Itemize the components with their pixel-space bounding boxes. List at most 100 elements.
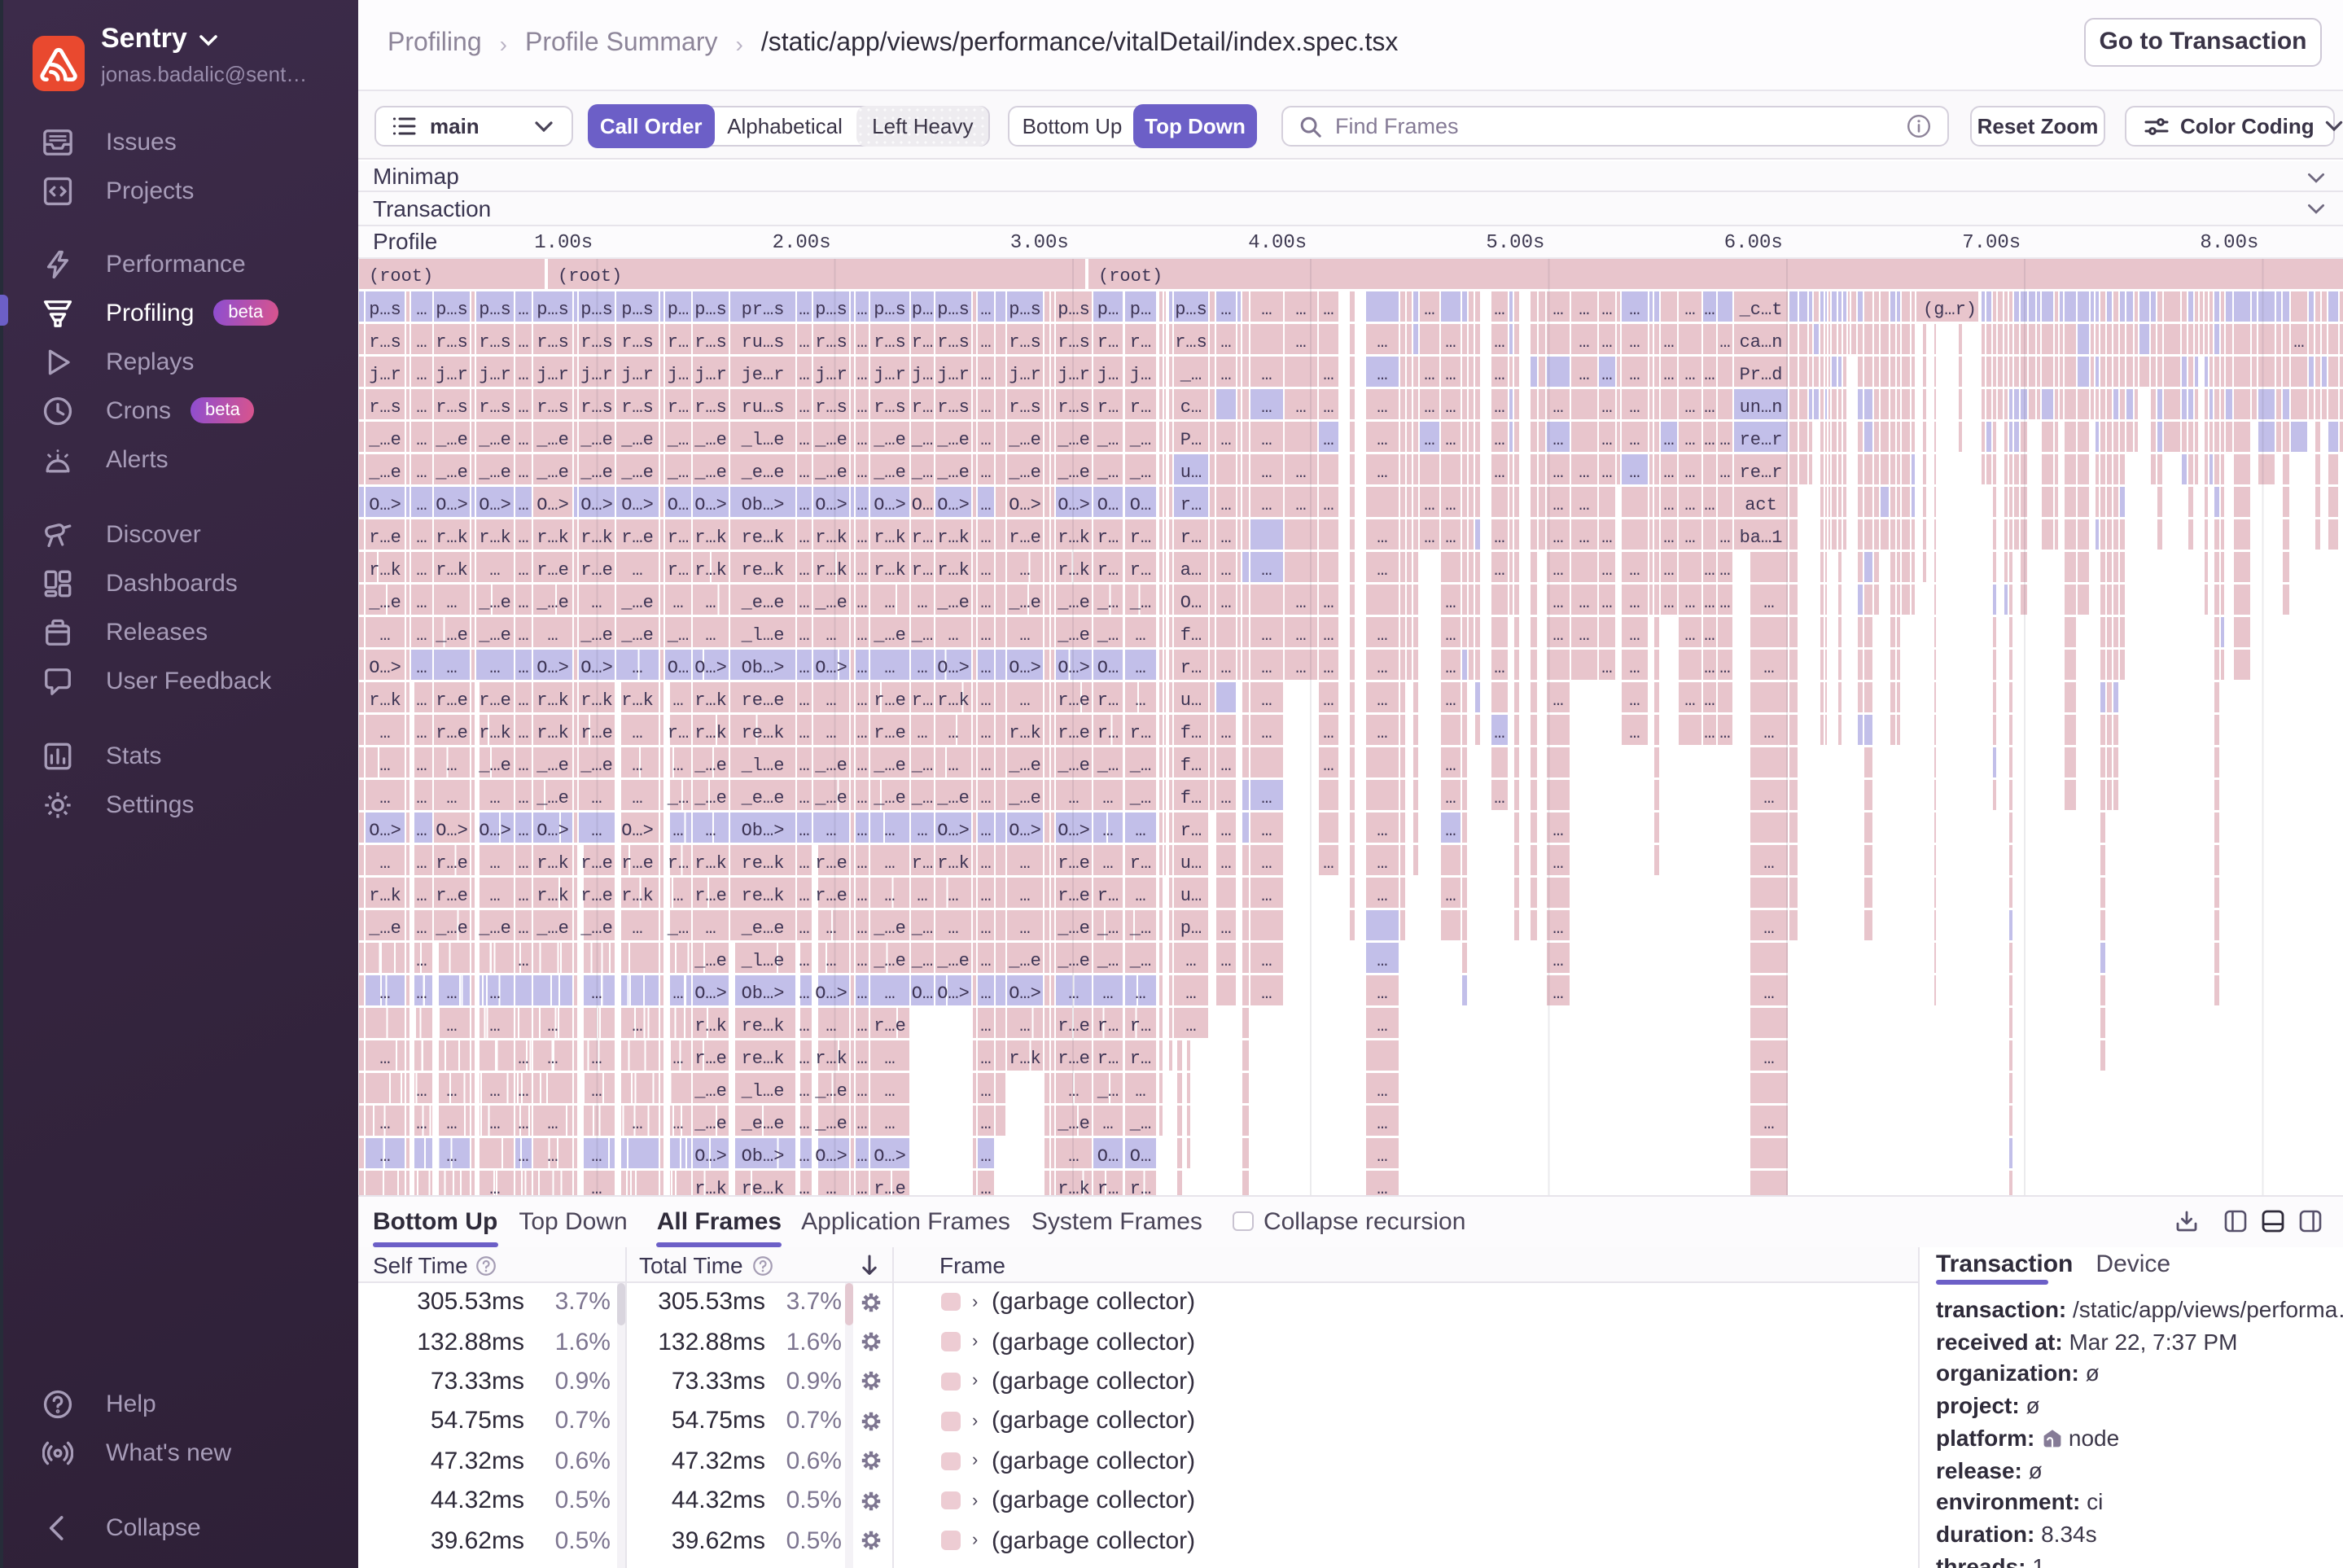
svg-text:r…e: r…e [580, 722, 613, 742]
svg-text:…: … [1494, 787, 1504, 808]
svg-text:…: … [856, 657, 867, 677]
svg-text:_…e: _…e [873, 755, 906, 775]
svg-text:O…>: O…> [580, 494, 613, 515]
svg-text:…: … [489, 1113, 500, 1133]
svg-text:…: … [799, 1178, 809, 1194]
svg-text:r…k: r…k [536, 690, 569, 710]
svg-text:r…: r… [668, 331, 689, 352]
svg-text:_…e: _…e [536, 592, 569, 612]
svg-text:(root): (root) [1098, 265, 1163, 286]
svg-text:_…e: _…e [936, 462, 970, 482]
svg-text:…: … [518, 657, 528, 677]
svg-text:…: … [1068, 787, 1079, 808]
svg-text:…: … [632, 787, 642, 808]
svg-text:…: … [1445, 396, 1456, 417]
svg-text:…: … [1019, 885, 1030, 905]
svg-text:…: … [1684, 624, 1695, 645]
svg-text:Pr…d: Pr…d [1740, 364, 1783, 384]
svg-text:O…>: O…> [369, 657, 401, 677]
svg-text:r…s: r…s [874, 331, 906, 352]
svg-text:O…>: O…> [621, 820, 654, 840]
svg-text:r…s: r…s [874, 396, 906, 417]
svg-text:…: … [518, 722, 528, 742]
svg-text:_…e: _…e [1057, 918, 1090, 938]
svg-text:…: … [1220, 429, 1231, 449]
svg-text:…: … [1220, 364, 1231, 384]
svg-text:…: … [1220, 918, 1231, 938]
svg-text:…: … [1377, 983, 1387, 1003]
svg-text:…: … [1261, 690, 1272, 710]
svg-text:r…s: r…s [436, 331, 468, 352]
svg-text:r…: r… [1180, 657, 1202, 677]
svg-text:…: … [980, 624, 991, 645]
svg-text:…: … [799, 722, 809, 742]
svg-text:re…k: re…k [742, 1015, 785, 1036]
svg-text:…: … [856, 331, 867, 352]
svg-text:…: … [518, 299, 528, 319]
svg-text:j…: j… [912, 364, 933, 384]
svg-text:…: … [1068, 1145, 1079, 1166]
svg-text:p…s: p…s [1175, 299, 1207, 319]
svg-text:r…s: r…s [1009, 396, 1041, 417]
svg-text:…: … [1185, 983, 1196, 1003]
svg-text:…: … [1579, 364, 1589, 384]
svg-text:f…: f… [1180, 787, 1202, 808]
svg-text:…: … [1704, 494, 1715, 515]
svg-text:O…>: O…> [536, 820, 569, 840]
svg-text:…: … [856, 820, 867, 840]
svg-text:…: … [1135, 690, 1145, 710]
svg-text:…: … [547, 624, 558, 645]
svg-text:_…e: _…e [580, 462, 613, 482]
svg-text:r…: r… [1130, 852, 1151, 873]
svg-text:…: … [1220, 592, 1231, 612]
svg-text:Ob…>: Ob…> [742, 657, 785, 677]
svg-text:_…e: _…e [814, 787, 847, 808]
svg-text:u…: u… [1180, 690, 1202, 710]
svg-text:…: … [1377, 820, 1387, 840]
svg-text:re…k: re…k [742, 1048, 785, 1068]
svg-text:…: … [856, 1178, 867, 1194]
svg-text:…: … [379, 852, 390, 873]
svg-text:_…: _… [911, 950, 933, 970]
svg-text:…: … [980, 1048, 991, 1068]
svg-text:_…e: _…e [873, 429, 906, 449]
svg-text:…: … [1553, 918, 1563, 938]
svg-text:…: … [856, 396, 867, 417]
svg-text:…: … [856, 429, 867, 449]
svg-text:…: … [1663, 527, 1674, 547]
svg-text:…: … [1377, 364, 1387, 384]
svg-text:_e…e: _e…e [741, 787, 785, 808]
svg-text:…: … [416, 983, 427, 1003]
svg-text:…: … [1323, 657, 1334, 677]
svg-text:r…k: r…k [1058, 1178, 1090, 1194]
svg-text:_…e: _…e [936, 592, 970, 612]
svg-text:…: … [1763, 592, 1774, 612]
svg-text:r…: r… [1130, 331, 1151, 352]
svg-text:O…>: O…> [937, 983, 970, 1003]
svg-text:…: … [856, 1080, 867, 1101]
svg-text:…: … [1323, 852, 1334, 873]
svg-text:…: … [705, 918, 716, 938]
svg-text:O…>: O…> [694, 1145, 727, 1166]
svg-text:…: … [1323, 624, 1334, 645]
svg-text:…: … [1424, 299, 1434, 319]
svg-text:…: … [1445, 885, 1456, 905]
svg-text:re…e: re…e [742, 690, 785, 710]
svg-text:j…r: j…r [436, 364, 468, 384]
svg-text:…: … [1763, 983, 1774, 1003]
svg-text:…: … [1424, 527, 1434, 547]
svg-text:_c…t: _c…t [1739, 299, 1783, 319]
svg-text:…: … [1135, 983, 1145, 1003]
svg-text:…: … [1704, 592, 1715, 612]
svg-text:r…e: r…e [580, 852, 613, 873]
svg-text:…: … [1684, 429, 1695, 449]
svg-text:…: … [1579, 331, 1589, 352]
svg-text:r…e: r…e [369, 527, 401, 547]
svg-text:…: … [884, 820, 895, 840]
svg-text:…: … [416, 429, 427, 449]
svg-text:…: … [1377, 527, 1387, 547]
svg-text:…: … [1494, 299, 1504, 319]
svg-text:…: … [518, 950, 528, 970]
svg-text:…: … [1579, 592, 1589, 612]
svg-text:…: … [1377, 950, 1387, 970]
